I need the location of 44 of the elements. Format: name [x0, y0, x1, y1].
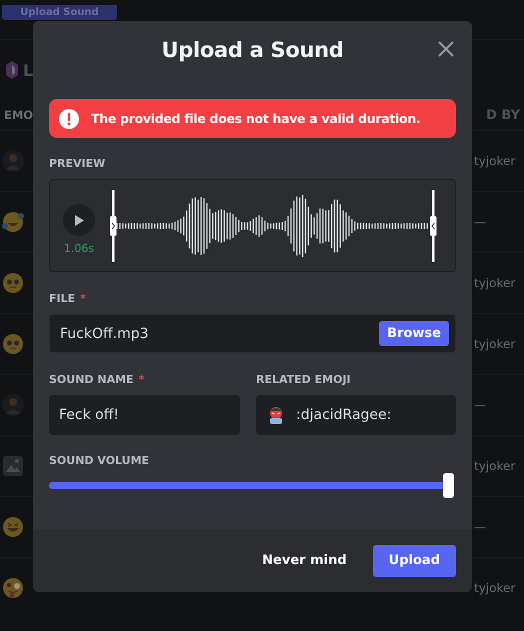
required-mark: *: [138, 372, 144, 386]
emoji-icon: [2, 333, 24, 355]
close-icon: [436, 39, 456, 59]
emoji-icon: [2, 577, 24, 599]
field-label: RELATED EMOJI: [256, 372, 351, 386]
field-label: SOUND VOLUME: [49, 454, 150, 466]
uploader-name: tyjoker: [474, 337, 516, 351]
play-icon: [74, 214, 84, 226]
uploader-name: tyjoker: [474, 581, 516, 595]
emoji-icon: [2, 211, 24, 233]
uploader-name: tyjoker: [474, 276, 516, 290]
avatar-icon: [2, 394, 24, 416]
play-button[interactable]: [63, 204, 95, 236]
duration-label: 1.06s: [64, 242, 94, 255]
volume-slider[interactable]: [49, 473, 456, 497]
uploader-name: —: [474, 215, 487, 229]
field-label: FILE: [49, 292, 76, 304]
emoji-icon: [2, 272, 24, 294]
emoji-icon: [2, 516, 24, 538]
cancel-button[interactable]: Never mind: [248, 544, 361, 576]
emoji-field[interactable]: :djacidRagee:: [256, 395, 456, 435]
gem-icon: [5, 60, 19, 80]
error-message: The provided file does not have a valid duration.: [91, 111, 420, 126]
sound-name-field[interactable]: Feck off!: [49, 395, 240, 435]
close-button[interactable]: [436, 39, 456, 59]
uploader-name: —: [474, 398, 487, 412]
slider-thumb[interactable]: [443, 472, 454, 498]
file-name: FuckOff.mp3: [60, 326, 149, 342]
server-initial: L: [23, 60, 34, 80]
field-label: SOUND NAME: [49, 372, 134, 386]
required-mark: *: [80, 292, 86, 304]
field-label: PREVIEW: [49, 156, 106, 170]
column-header: EMO: [4, 108, 34, 122]
dialog-title: Upload a Sound: [162, 38, 344, 62]
column-header: D BY: [486, 108, 520, 122]
upload-button[interactable]: Upload: [372, 544, 456, 576]
error-icon: [59, 108, 79, 128]
uploader-name: tyjoker: [474, 154, 516, 168]
file-field[interactable]: FuckOff.mp3 Browse: [49, 314, 456, 353]
avatar-icon: [2, 150, 24, 172]
image-icon: [2, 455, 24, 477]
uploader-name: —: [474, 520, 487, 534]
browse-button[interactable]: Browse: [379, 321, 449, 346]
uploader-name: tyjoker: [474, 459, 516, 473]
